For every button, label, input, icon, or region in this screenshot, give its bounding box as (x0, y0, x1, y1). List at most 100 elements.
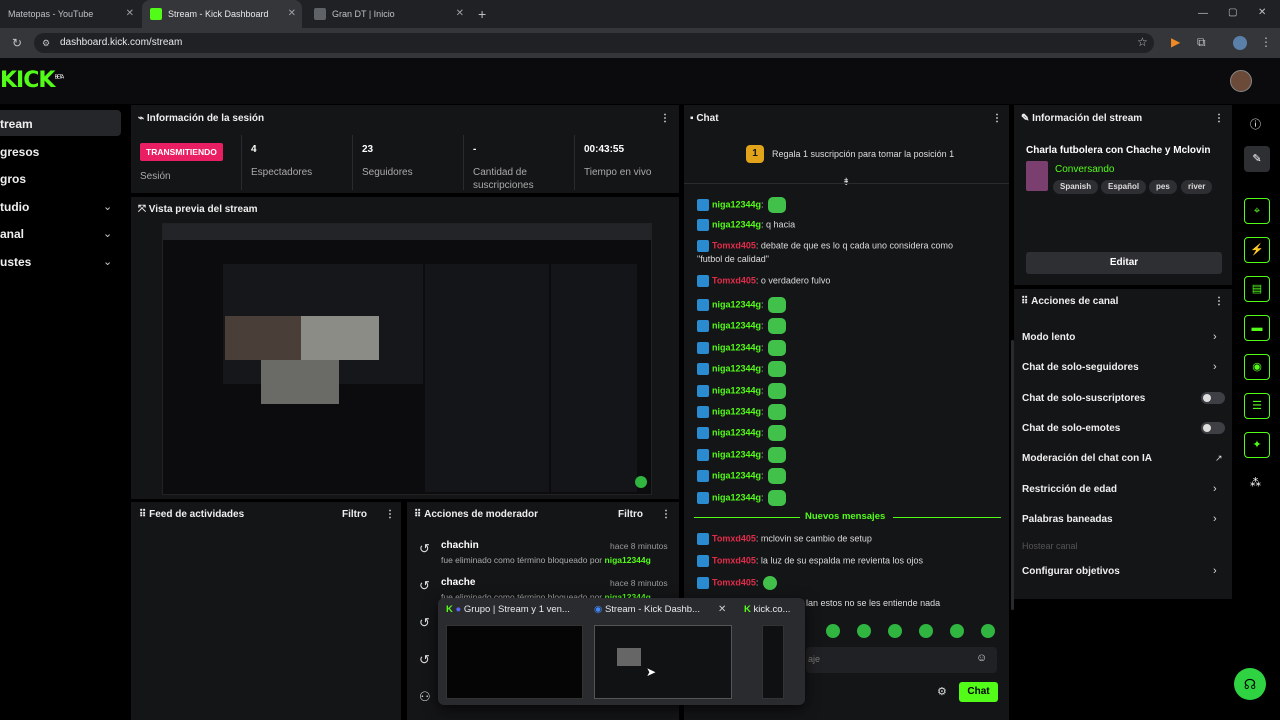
chat-message[interactable]: Tomxd405: debate de que es lo q cada uno… (697, 240, 953, 252)
sidebar-item-logros[interactable]: gros (0, 166, 26, 192)
action-age-restriction[interactable]: Restricción de edad (1022, 484, 1117, 495)
sidebar-item-estudio[interactable]: tudio (0, 194, 29, 220)
emote-icon[interactable] (888, 624, 902, 638)
message-icon[interactable]: ▬ (1244, 315, 1270, 341)
emoji-picker-icon[interactable]: ☺ (976, 652, 987, 664)
browser-menu-icon[interactable]: ⋮ (1260, 35, 1272, 49)
chevron-right-icon[interactable]: › (1213, 513, 1217, 525)
chevron-right-icon[interactable]: › (1213, 483, 1217, 495)
stream-preview-video[interactable] (162, 223, 652, 495)
sidebar-item-stream[interactable]: tream (0, 111, 33, 137)
extensions-puzzle-icon[interactable]: ⧉ (1197, 35, 1206, 50)
chat-username[interactable]: niga12344g (712, 219, 761, 229)
category-link[interactable]: Conversando (1055, 164, 1114, 175)
sidebar-item-ajustes[interactable]: ustes (0, 249, 31, 275)
chat-username[interactable]: Tomxd405 (712, 240, 756, 250)
emote-icon[interactable] (981, 624, 995, 638)
chat-message[interactable]: niga12344g: (697, 404, 787, 420)
chat-message[interactable]: niga12344g: (697, 383, 787, 399)
sidebar-item-ingresos[interactable]: gresos (0, 139, 39, 165)
chat-username[interactable]: Tomxd405 (712, 533, 756, 543)
feed-filter-button[interactable]: Filtro (342, 509, 367, 520)
browser-tab-kick-dashboard[interactable]: Stream - Kick Dashboard ✕ (142, 0, 302, 28)
window-thumbnail[interactable] (446, 625, 583, 699)
chat-message[interactable]: Tomxd405: la luz de su espalda me revien… (697, 555, 923, 567)
chat-username[interactable]: niga12344g (712, 299, 761, 309)
chat-message[interactable]: niga12344g: (697, 490, 787, 506)
chevron-right-icon[interactable]: › (1213, 565, 1217, 577)
chat-message[interactable]: niga12344g: (697, 361, 787, 377)
undo-icon[interactable]: ↺ (419, 578, 430, 594)
window-thumbnail[interactable] (594, 625, 732, 699)
gift-sub-prompt[interactable]: Regala 1 suscripción para tomar la posic… (772, 149, 954, 159)
reload-icon[interactable]: ↻ (12, 36, 22, 50)
layout-icon[interactable]: ☰ (1244, 393, 1270, 419)
emote-icon[interactable] (857, 624, 871, 638)
drag-handle-icon[interactable]: ⠿ (139, 509, 149, 520)
emotes-only-toggle[interactable] (1201, 422, 1225, 434)
chat-message[interactable]: niga12344g: q hacia (697, 219, 795, 231)
more-options-icon[interactable]: ⋮ (660, 113, 670, 124)
chat-username[interactable]: niga12344g (712, 470, 761, 480)
send-chat-button[interactable]: Chat (959, 682, 998, 702)
action-banned-words[interactable]: Palabras baneadas (1022, 514, 1113, 525)
user-avatar[interactable] (1230, 70, 1252, 92)
chat-username[interactable]: niga12344g (712, 320, 761, 330)
address-bar[interactable]: ⚙ dashboard.kick.com/stream (34, 33, 1154, 53)
document-icon[interactable]: ▤ (1244, 276, 1270, 302)
action-followers-only[interactable]: Chat de solo-seguidores (1022, 362, 1139, 373)
new-tab-icon[interactable]: + (478, 6, 486, 22)
browser-tab-youtube[interactable]: Matetopas - YouTube ✕ (0, 0, 140, 28)
drag-handle-icon[interactable]: ⠿ (1021, 296, 1031, 307)
more-options-icon[interactable]: ⋮ (992, 113, 1002, 124)
action-slow-mode[interactable]: Modo lento (1022, 332, 1075, 343)
external-link-icon[interactable]: ↗ (1215, 453, 1223, 464)
chat-username[interactable]: Tomxd405 (712, 555, 756, 565)
action-set-goals[interactable]: Configurar objetivos (1022, 566, 1120, 577)
chevron-down-icon[interactable]: ⌄ (103, 200, 112, 213)
chat-message[interactable]: niga12344g: (697, 340, 787, 356)
broadcast-icon[interactable]: ◉ (1244, 354, 1270, 380)
sidebar-item-canal[interactable]: anal (0, 221, 24, 247)
edit-stream-button[interactable]: Editar (1026, 252, 1222, 274)
help-chat-icon[interactable]: ☊ (1234, 668, 1266, 700)
bookmark-star-icon[interactable]: ☆ (1137, 35, 1148, 49)
chevron-down-icon[interactable]: ⌄ (103, 227, 112, 240)
more-options-icon[interactable]: ⋮ (1214, 296, 1224, 307)
switcher-item-kick[interactable]: K kick.co... (744, 604, 790, 615)
chat-message[interactable]: Tomxd405: o verdadero fulvo (697, 275, 830, 287)
drag-handle-icon[interactable]: ⠿ (414, 509, 424, 520)
maximize-icon[interactable]: ▢ (1228, 7, 1237, 18)
chat-message[interactable]: niga12344g: (697, 297, 787, 313)
browser-tab-gran-dt[interactable]: Gran DT | Inicio ✕ (306, 0, 470, 28)
extension-play-icon[interactable]: ▶ (1171, 35, 1180, 49)
more-options-icon[interactable]: ⋮ (385, 509, 395, 520)
chat-username[interactable]: niga12344g (712, 492, 761, 502)
chat-message[interactable]: niga12344g: (697, 197, 787, 213)
extensions-icon[interactable]: ⁂ (1250, 476, 1261, 489)
minimize-icon[interactable]: — (1198, 8, 1208, 19)
chat-input[interactable]: aje ☺ (806, 647, 997, 673)
chat-username[interactable]: niga12344g (712, 363, 761, 373)
emote-icon[interactable] (950, 624, 964, 638)
emote-icon[interactable] (826, 624, 840, 638)
user-action-icon[interactable]: ⚇ (419, 689, 431, 705)
undo-icon[interactable]: ↺ (419, 615, 430, 631)
window-thumbnail[interactable] (762, 625, 784, 699)
chat-message[interactable]: niga12344g: (697, 447, 787, 463)
undo-icon[interactable]: ↺ (419, 541, 430, 557)
edit-pencil-icon[interactable]: ✎ (1244, 146, 1270, 172)
undo-icon[interactable]: ↺ (419, 652, 430, 668)
window-close-icon[interactable]: ✕ (1258, 7, 1266, 18)
action-ai-moderation[interactable]: Moderación del chat con IA (1022, 453, 1152, 464)
profile-avatar[interactable] (1233, 36, 1247, 50)
site-info-icon[interactable]: ⚙ (42, 33, 50, 53)
chat-message[interactable]: Tomxd405: mclovin se cambio de setup (697, 533, 872, 545)
lightning-icon[interactable]: ⚡ (1244, 237, 1270, 263)
close-icon[interactable]: ✕ (718, 604, 726, 615)
chat-message[interactable]: niga12344g: (697, 468, 787, 484)
chat-username[interactable]: niga12344g (712, 406, 761, 416)
info-icon[interactable]: ⓘ (1250, 116, 1261, 132)
screenshot-icon[interactable]: ⌖ (1244, 198, 1270, 224)
close-icon[interactable]: ✕ (126, 8, 134, 19)
